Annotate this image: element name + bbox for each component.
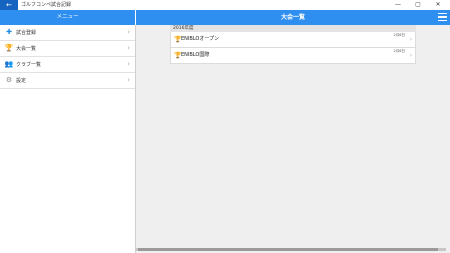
group-icon: 👥 — [4, 60, 14, 68]
chevron-right-icon: › — [127, 60, 130, 68]
tournament-date: 2月6日 — [393, 49, 405, 53]
window-title-bar: ← ゴルフコンペ試合記録 — ▢ ✕ — [0, 0, 450, 10]
gear-icon: ⚙ — [5, 76, 13, 84]
menu-header: メニュー — [0, 10, 135, 25]
sidebar-item-label: クラブ一覧 — [16, 62, 42, 68]
sidebar-item-match-register[interactable]: ✚ 試合登録 › — [0, 25, 135, 41]
sidebar-item-label: 試合登録 — [16, 30, 37, 36]
tournament-list: 2016年度 🏆 ENIBLOオープン 2月6日 › 🏆 ENIBLO国際 2月… — [170, 25, 416, 64]
sidebar: ✚ 試合登録 › 🏆 大会一覧 › 👥 クラブ一覧 › ⚙ 設定 › — [0, 25, 136, 253]
plus-icon: ✚ — [6, 28, 12, 36]
sidebar-item-club-list[interactable]: 👥 クラブ一覧 › — [0, 57, 135, 73]
app-title: ゴルフコンペ試合記録 — [21, 2, 72, 8]
section-header-year: 2016年度 — [170, 25, 416, 32]
tournament-name: ENIBLOオープン — [181, 36, 220, 42]
chevron-right-icon: › — [409, 52, 412, 59]
hamburger-menu-icon[interactable] — [438, 13, 447, 22]
sidebar-item-label: 大会一覧 — [16, 46, 37, 52]
horizontal-scrollbar[interactable] — [136, 248, 446, 251]
window-controls: — ▢ ✕ — [388, 0, 448, 10]
trophy-icon: 🏆 — [4, 44, 14, 52]
chevron-right-icon: › — [409, 36, 412, 43]
minimize-button[interactable]: — — [388, 0, 408, 10]
chevron-right-icon: › — [127, 44, 130, 52]
close-button[interactable]: ✕ — [428, 0, 448, 10]
maximize-button[interactable]: ▢ — [408, 0, 428, 10]
chevron-right-icon: › — [127, 28, 130, 36]
list-item[interactable]: 🏆 ENIBLOオープン 2月6日 › — [170, 32, 416, 48]
page-title-bar: 大会一覧 — [136, 10, 450, 25]
main-content: 2016年度 🏆 ENIBLOオープン 2月6日 › 🏆 ENIBLO国際 2月… — [136, 25, 450, 253]
sidebar-item-label: 設定 — [16, 78, 27, 84]
page-title: 大会一覧 — [280, 14, 305, 21]
chevron-right-icon: › — [127, 76, 130, 84]
sidebar-item-tournament-list[interactable]: 🏆 大会一覧 › — [0, 41, 135, 57]
scrollbar-thumb[interactable] — [138, 248, 438, 251]
back-button[interactable]: ← — [0, 0, 18, 10]
tournament-date: 2月6日 — [393, 33, 405, 37]
list-item[interactable]: 🏆 ENIBLO国際 2月6日 › — [170, 48, 416, 64]
tournament-name: ENIBLO国際 — [181, 52, 210, 58]
sidebar-item-settings[interactable]: ⚙ 設定 › — [0, 73, 135, 89]
